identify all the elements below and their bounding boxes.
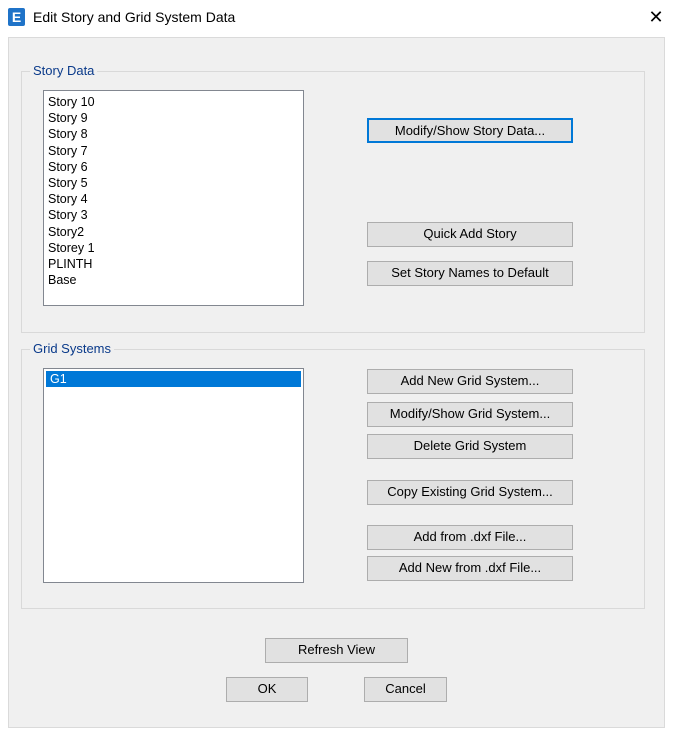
copy-existing-grid-system-button[interactable]: Copy Existing Grid System... [367,480,573,505]
dialog-client-area: Story Data Story 10 Story 9 Story 8 Story 7… [8,37,665,728]
story-list-item[interactable]: Story 7 [44,143,303,159]
set-story-names-default-button[interactable]: Set Story Names to Default [367,261,573,286]
story-data-group: Story Data Story 10 Story 9 Story 8 Story 7… [21,63,645,333]
modify-show-grid-system-button[interactable]: Modify/Show Grid System... [367,402,573,427]
add-new-grid-system-button[interactable]: Add New Grid System... [367,369,573,394]
grid-system-list[interactable]: G1 [43,368,304,583]
story-list-item[interactable]: Base [44,272,303,288]
window-title: Edit Story and Grid System Data [33,9,236,25]
story-list-item[interactable]: Story 5 [44,175,303,191]
story-list-item[interactable]: Story 4 [44,191,303,207]
story-list-item[interactable]: Story 9 [44,110,303,126]
story-list-item[interactable]: Story 3 [44,207,303,223]
story-list-item[interactable]: Story 10 [44,94,303,110]
story-list-item[interactable]: Story 8 [44,126,303,142]
modify-show-story-data-button[interactable]: Modify/Show Story Data... [367,118,573,143]
grid-system-list-item[interactable]: G1 [46,371,301,388]
cancel-button[interactable]: Cancel [364,677,447,702]
app-icon: E [8,8,25,26]
close-icon[interactable]: ✕ [633,0,679,34]
story-list-item[interactable]: PLINTH [44,256,303,272]
story-list[interactable]: Story 10 Story 9 Story 8 Story 7 Story 6 Stor… [43,90,304,306]
story-list-item[interactable]: Story 6 [44,159,303,175]
add-from-dxf-button[interactable]: Add from .dxf File... [367,525,573,550]
quick-add-story-button[interactable]: Quick Add Story [367,222,573,247]
refresh-view-button[interactable]: Refresh View [265,638,408,663]
story-list-item[interactable]: Story2 [44,224,303,240]
story-data-group-label: Story Data [30,63,98,79]
delete-grid-system-button[interactable]: Delete Grid System [367,434,573,459]
grid-systems-group-label: Grid Systems [30,341,115,357]
add-new-from-dxf-button[interactable]: Add New from .dxf File... [367,556,573,581]
ok-button[interactable]: OK [226,677,308,702]
title-bar: E Edit Story and Grid System Data ✕ [0,0,679,36]
story-list-item[interactable]: Storey 1 [44,240,303,256]
grid-systems-group: Grid Systems G1 Add New Grid System... M… [21,341,645,609]
